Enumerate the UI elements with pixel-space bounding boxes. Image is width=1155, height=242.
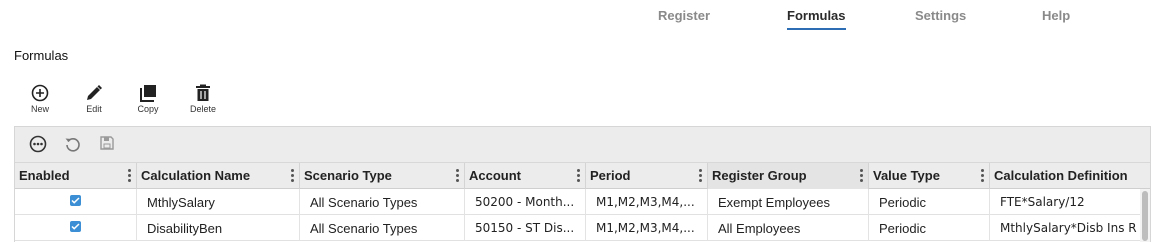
enabled-cell [15, 189, 137, 215]
column-header-label: Value Type [873, 168, 940, 183]
column-header-calculation-name[interactable]: Calculation Name [137, 163, 300, 189]
column-header-label: Account [469, 168, 521, 183]
register-group-cell: Exempt Employees [708, 189, 869, 215]
value-type-cell: Periodic [869, 189, 990, 215]
column-header-enabled[interactable]: Enabled [15, 163, 137, 189]
page-title: Formulas [14, 48, 69, 63]
calculation-name-cell: MthlySalary [137, 189, 300, 215]
calculation-definition-cell: FTE*Salary/12 [990, 189, 1142, 215]
column-header-label: Period [590, 168, 631, 183]
column-header-label: Calculation Name [141, 168, 251, 183]
account-cell: 50200 - Month... [465, 189, 586, 215]
more-actions-icon[interactable] [29, 135, 47, 158]
delete-button[interactable]: Delete [183, 84, 223, 114]
enabled-checkbox[interactable] [70, 221, 81, 232]
tab-register[interactable]: Register [658, 8, 710, 28]
column-header-label: Enabled [19, 168, 70, 183]
cell-text: DisabilityBen [147, 221, 223, 236]
save-icon[interactable] [99, 135, 115, 156]
column-header-label: Scenario Type [304, 168, 392, 183]
new-label: New [30, 104, 49, 114]
formulas-grid: Enabled Calculation Name Scenario Type A… [14, 126, 1151, 242]
cell-text: All Scenario Types [310, 195, 418, 210]
column-menu-icon[interactable] [575, 168, 581, 184]
column-menu-icon[interactable] [858, 168, 864, 184]
copy-icon [140, 85, 156, 102]
delete-label: Delete [189, 104, 216, 114]
column-header-register-group[interactable]: Register Group [708, 163, 869, 189]
column-menu-icon[interactable] [454, 168, 460, 184]
top-nav: Register Formulas Settings Help [0, 0, 1155, 34]
enabled-checkbox[interactable] [70, 195, 81, 206]
tab-settings[interactable]: Settings [915, 8, 966, 28]
column-header-calculation-definition[interactable]: Calculation Definition [990, 163, 1150, 189]
vertical-scrollbar[interactable] [1140, 189, 1150, 242]
edit-button[interactable]: Edit [74, 84, 114, 114]
column-menu-icon[interactable] [979, 168, 985, 184]
column-header-period[interactable]: Period [586, 163, 708, 189]
calculation-definition-cell: MthlySalary*Disb Ins R [990, 215, 1142, 241]
pencil-icon [87, 85, 102, 100]
cell-text: M1,M2,M3,M4,... [596, 221, 695, 235]
enabled-cell [15, 215, 137, 241]
tab-help[interactable]: Help [1042, 8, 1070, 28]
column-header-value-type[interactable]: Value Type [869, 163, 990, 189]
cell-text: M1,M2,M3,M4,... [596, 195, 695, 209]
grid-header: Enabled Calculation Name Scenario Type A… [15, 162, 1150, 189]
column-header-scenario-type[interactable]: Scenario Type [300, 163, 465, 189]
cell-text: Periodic [879, 221, 926, 236]
period-cell: M1,M2,M3,M4,... [586, 189, 708, 215]
column-menu-icon[interactable] [289, 168, 295, 184]
cell-text: MthlySalary [147, 195, 215, 210]
scrollbar-thumb[interactable] [1142, 191, 1148, 241]
column-header-account[interactable]: Account [465, 163, 586, 189]
column-header-label: Calculation Definition [994, 168, 1128, 183]
add-circle-icon [31, 84, 49, 102]
cell-text: Periodic [879, 195, 926, 210]
cell-text: All Employees [718, 221, 801, 236]
table-row[interactable]: MthlySalary All Scenario Types 50200 - M… [15, 189, 1150, 215]
copy-button[interactable]: Copy [128, 84, 168, 114]
column-menu-icon[interactable] [126, 168, 132, 184]
column-header-label: Register Group [712, 168, 807, 183]
column-menu-icon[interactable] [697, 168, 703, 184]
new-button[interactable]: New [20, 84, 60, 114]
cell-text: Exempt Employees [718, 195, 830, 210]
register-group-cell: All Employees [708, 215, 869, 241]
trash-icon [196, 84, 210, 101]
scenario-type-cell: All Scenario Types [300, 189, 465, 215]
cell-text: MthlySalary*Disb Ins R [1000, 221, 1137, 235]
account-cell: 50150 - ST Dis... [465, 215, 586, 241]
copy-label: Copy [137, 104, 159, 114]
tab-formulas[interactable]: Formulas [787, 8, 846, 30]
cell-text: FTE*Salary/12 [1000, 195, 1085, 209]
cell-text: 50200 - Month... [475, 195, 575, 209]
scenario-type-cell: All Scenario Types [300, 215, 465, 241]
calculation-name-cell: DisabilityBen [137, 215, 300, 241]
cell-text: 50150 - ST Dis... [475, 221, 575, 235]
edit-label: Edit [86, 104, 102, 114]
grid-toolbar [15, 127, 1150, 162]
refresh-icon[interactable] [64, 135, 82, 158]
cell-text: All Scenario Types [310, 221, 418, 236]
table-row[interactable]: DisabilityBen All Scenario Types 50150 -… [15, 215, 1150, 241]
value-type-cell: Periodic [869, 215, 990, 241]
checkmark-icon [71, 197, 80, 204]
checkmark-icon [71, 223, 80, 230]
period-cell: M1,M2,M3,M4,... [586, 215, 708, 241]
